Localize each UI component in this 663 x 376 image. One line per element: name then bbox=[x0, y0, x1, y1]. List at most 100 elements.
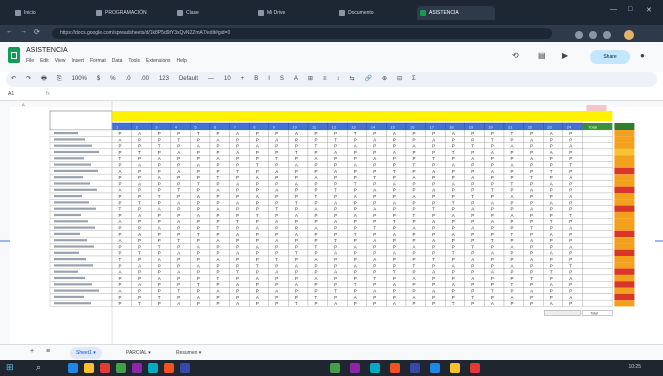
attendance-cell[interactable] bbox=[523, 281, 544, 288]
attendance-cell[interactable] bbox=[484, 205, 505, 213]
total-cell[interactable] bbox=[582, 249, 613, 257]
attendance-cell[interactable] bbox=[288, 218, 309, 225]
attendance-cell[interactable] bbox=[386, 262, 407, 269]
attendance-cell[interactable] bbox=[445, 218, 465, 225]
attendance-cell[interactable] bbox=[327, 148, 348, 156]
attendance-cell[interactable] bbox=[190, 205, 211, 213]
attendance-cell[interactable] bbox=[484, 161, 505, 168]
attendance-cell[interactable] bbox=[268, 199, 289, 206]
attendance-cell[interactable] bbox=[288, 167, 309, 175]
attendance-cell[interactable] bbox=[209, 299, 230, 307]
attendance-cell[interactable] bbox=[229, 236, 250, 244]
attendance-cell[interactable] bbox=[268, 205, 289, 213]
attendance-cell[interactable] bbox=[347, 274, 367, 282]
attendance-cell[interactable] bbox=[405, 293, 426, 301]
attendance-cell[interactable] bbox=[288, 155, 309, 162]
attendance-cell[interactable] bbox=[327, 155, 348, 162]
date-header-cell[interactable] bbox=[484, 122, 505, 131]
attendance-cell[interactable] bbox=[366, 274, 387, 282]
toolbar-button[interactable]: ↷ bbox=[26, 76, 31, 82]
attendance-cell[interactable] bbox=[268, 167, 289, 175]
attendance-cell[interactable] bbox=[523, 262, 544, 269]
attendance-cell[interactable] bbox=[405, 224, 426, 231]
attendance-cell[interactable] bbox=[425, 136, 446, 143]
attendance-cell[interactable] bbox=[229, 230, 250, 238]
attendance-cell[interactable] bbox=[503, 274, 524, 282]
attendance-cell[interactable] bbox=[249, 274, 269, 282]
attendance-cell[interactable] bbox=[347, 142, 367, 150]
date-header-cell[interactable] bbox=[523, 122, 544, 131]
attendance-cell[interactable] bbox=[562, 180, 583, 187]
attendance-cell[interactable] bbox=[386, 180, 407, 187]
attendance-cell[interactable] bbox=[543, 199, 563, 206]
attendance-cell[interactable] bbox=[484, 129, 505, 137]
attendance-cell[interactable] bbox=[425, 236, 446, 244]
attendance-cell[interactable] bbox=[190, 173, 211, 181]
attendance-cell[interactable] bbox=[209, 243, 230, 250]
attendance-cell[interactable] bbox=[170, 224, 191, 231]
attendance-cell[interactable] bbox=[503, 199, 524, 206]
total-cell[interactable] bbox=[582, 262, 613, 269]
attendance-cell[interactable] bbox=[347, 230, 367, 238]
attendance-cell[interactable] bbox=[151, 299, 171, 307]
attendance-cell[interactable] bbox=[327, 249, 348, 257]
attendance-cell[interactable] bbox=[268, 211, 289, 219]
attendance-cell[interactable] bbox=[523, 161, 544, 168]
attendance-cell[interactable] bbox=[209, 192, 230, 200]
attendance-cell[interactable] bbox=[151, 148, 171, 156]
attendance-cell[interactable] bbox=[523, 205, 544, 213]
attendance-cell[interactable] bbox=[543, 192, 563, 200]
attendance-cell[interactable] bbox=[405, 129, 426, 137]
attendance-cell[interactable] bbox=[229, 129, 250, 137]
attendance-cell[interactable] bbox=[562, 293, 583, 301]
taskbar-app-icon[interactable] bbox=[132, 363, 142, 373]
attendance-cell[interactable] bbox=[425, 155, 446, 162]
attendance-cell[interactable] bbox=[151, 249, 171, 257]
attendance-cell[interactable] bbox=[327, 211, 348, 219]
attendance-cell[interactable] bbox=[562, 129, 583, 137]
attendance-cell[interactable] bbox=[111, 281, 132, 288]
attendance-cell[interactable] bbox=[543, 293, 563, 301]
attendance-cell[interactable] bbox=[288, 136, 309, 143]
attendance-cell[interactable] bbox=[464, 287, 485, 294]
total-cell[interactable] bbox=[582, 173, 613, 181]
name-box[interactable]: A1 bbox=[8, 89, 14, 100]
attendance-cell[interactable] bbox=[307, 173, 328, 181]
attendance-cell[interactable] bbox=[445, 230, 465, 238]
attendance-cell[interactable] bbox=[307, 230, 328, 238]
attendance-cell[interactable] bbox=[366, 281, 387, 288]
attendance-cell[interactable] bbox=[484, 173, 505, 181]
attendance-cell[interactable] bbox=[405, 211, 426, 219]
attendance-cell[interactable] bbox=[503, 186, 524, 194]
total-cell[interactable] bbox=[582, 199, 613, 206]
attendance-cell[interactable] bbox=[484, 211, 505, 219]
attendance-cell[interactable] bbox=[151, 274, 171, 282]
minimize-button[interactable]: — bbox=[610, 6, 617, 13]
attendance-cell[interactable] bbox=[484, 224, 505, 231]
attendance-cell[interactable] bbox=[543, 299, 563, 307]
attendance-cell[interactable] bbox=[543, 243, 563, 250]
attendance-cell[interactable] bbox=[405, 287, 426, 294]
browser-tab[interactable]: ASISTENCIA bbox=[417, 6, 495, 20]
date-header-cell[interactable] bbox=[229, 122, 250, 131]
attendance-cell[interactable] bbox=[131, 268, 152, 276]
attendance-cell[interactable] bbox=[229, 211, 250, 219]
attendance-cell[interactable] bbox=[249, 293, 269, 301]
attendance-cell[interactable] bbox=[386, 173, 407, 181]
attendance-cell[interactable] bbox=[386, 155, 407, 162]
attendance-cell[interactable] bbox=[170, 136, 191, 143]
attendance-cell[interactable] bbox=[484, 192, 505, 200]
attendance-cell[interactable] bbox=[151, 173, 171, 181]
attendance-cell[interactable] bbox=[523, 180, 544, 187]
toolbar-button[interactable]: B bbox=[254, 76, 258, 82]
attendance-cell[interactable] bbox=[386, 243, 407, 250]
attendance-cell[interactable] bbox=[151, 236, 171, 244]
attendance-cell[interactable] bbox=[543, 173, 563, 181]
attendance-cell[interactable] bbox=[111, 180, 132, 187]
attendance-cell[interactable] bbox=[386, 167, 407, 175]
attendance-cell[interactable] bbox=[131, 180, 152, 187]
attendance-cell[interactable] bbox=[445, 136, 465, 143]
attendance-cell[interactable] bbox=[464, 268, 485, 276]
attendance-cell[interactable] bbox=[151, 205, 171, 213]
attendance-cell[interactable] bbox=[327, 161, 348, 168]
